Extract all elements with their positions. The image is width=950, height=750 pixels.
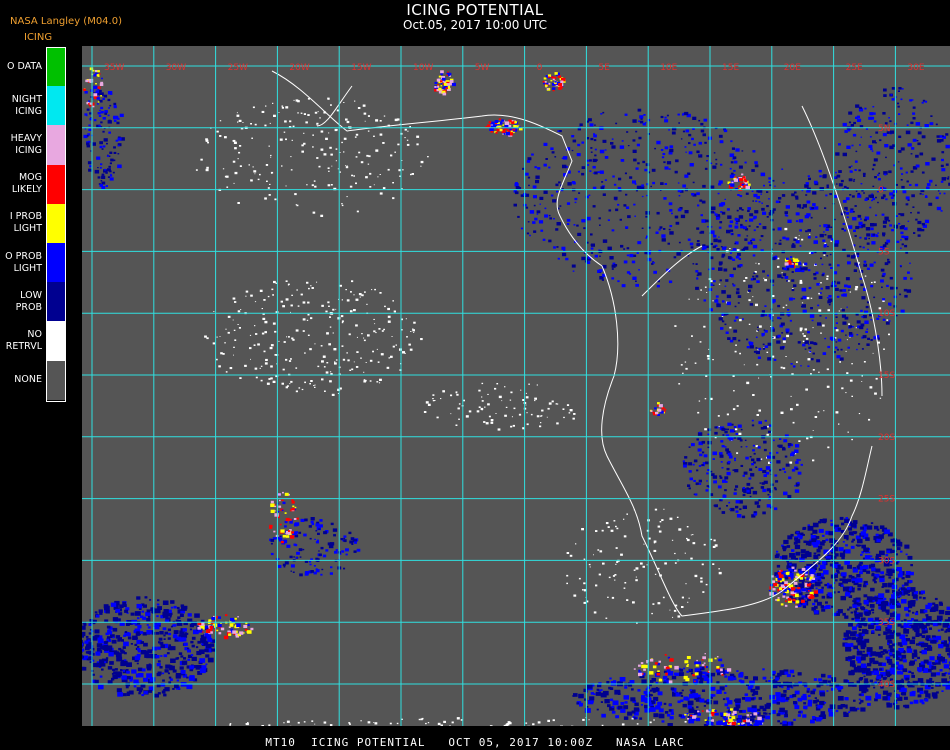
- legend-label-0: O DATA: [7, 60, 42, 72]
- longitude-label: 0: [537, 63, 543, 73]
- map-title: ICING POTENTIAL: [406, 1, 544, 19]
- latitude-label: 0: [878, 186, 884, 196]
- color-legend: O DATA NIGHT ICING HEAVY ICING MOG LIKELY I …: [0, 47, 66, 402]
- icing-map: 35W 30W 25W 20W 15W 10W 5W 0 5E 10E 15E 20E 25E 30E 35…: [82, 46, 950, 726]
- legend-swatch-1: [46, 86, 66, 126]
- legend-label-8: NONE: [14, 374, 42, 386]
- longitude-label: 30E: [907, 63, 924, 73]
- latitude-label: 10S: [878, 309, 895, 319]
- map-timestamp: Oct.05, 2017 10:00 UTC: [403, 18, 547, 32]
- legend-swatch-6: [46, 282, 66, 322]
- latitude-label: 40S: [878, 680, 895, 690]
- latitude-label: 15S: [878, 371, 895, 381]
- latitude-label: 30S: [878, 556, 895, 566]
- longitude-label: 20W: [289, 63, 309, 73]
- legend-swatch-0: [46, 47, 66, 87]
- longitude-label: 25W: [228, 63, 248, 73]
- longitude-label: 25E: [846, 63, 863, 73]
- legend-swatch-7: [46, 321, 66, 361]
- footer-caption: MT10 ICING POTENTIAL OCT 05, 2017 10:00Z…: [265, 736, 685, 749]
- legend-label-5: O PROB LIGHT: [5, 250, 42, 274]
- longitude-label: 5E: [598, 63, 610, 73]
- legend-swatch-2: [46, 125, 66, 165]
- longitude-label: 30W: [166, 63, 186, 73]
- legend-swatch-5: [46, 243, 66, 283]
- legend-label-2: HEAVY ICING: [10, 133, 42, 156]
- legend-swatch-4: [46, 203, 66, 243]
- latitude-label: 20S: [878, 433, 895, 443]
- legend-label-4: I PROB LIGHT: [9, 211, 42, 235]
- legend-label-3: MOG LIKELY: [11, 172, 42, 196]
- legend-swatch-3: [46, 164, 66, 204]
- latitude-label: 35S: [878, 618, 895, 628]
- source-label: NASA Langley (M04.0): [10, 16, 122, 27]
- legend-label-1: NIGHT ICING: [11, 93, 42, 117]
- longitude-label: 15E: [722, 63, 739, 73]
- longitude-label: 10W: [413, 63, 433, 73]
- legend-label-6: LOW PROB: [15, 289, 42, 313]
- longitude-label: 5W: [475, 63, 490, 73]
- legend-label-7: NO RETRVL: [5, 329, 42, 352]
- longitude-label: 15W: [351, 63, 371, 73]
- latitude-label: 5N: [878, 124, 890, 134]
- longitude-label: 10E: [660, 63, 677, 73]
- latitude-label: 25S: [878, 495, 895, 505]
- longitude-label: 20E: [784, 63, 801, 73]
- latitude-label: 5S: [878, 247, 890, 257]
- legend-title: ICING: [24, 32, 53, 43]
- longitude-label: 35W: [104, 63, 124, 73]
- legend-swatch-8: [46, 360, 66, 400]
